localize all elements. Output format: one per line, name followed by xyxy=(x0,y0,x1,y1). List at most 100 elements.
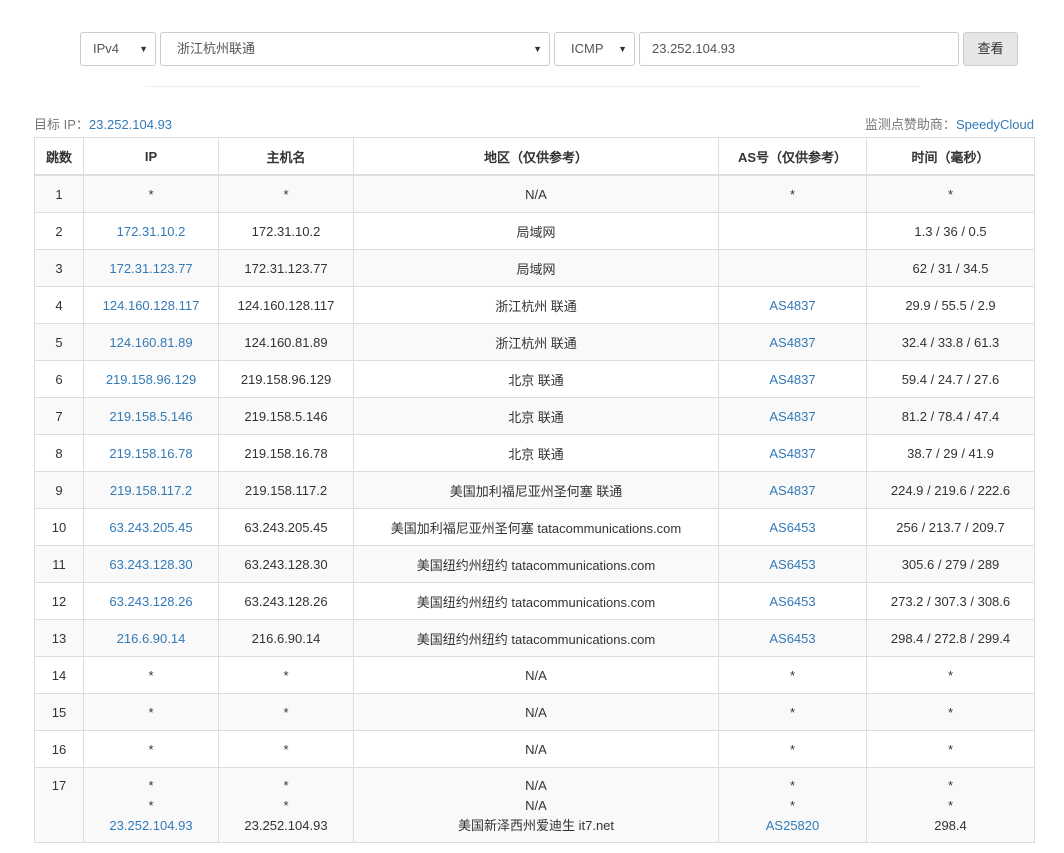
hostname-cell: * xyxy=(218,656,354,694)
as-cell: AS4837 xyxy=(718,397,867,435)
sponsor-info: 监测点赞助商：SpeedyCloud xyxy=(865,114,1034,133)
hostname-cell: 172.31.10.2 xyxy=(218,212,354,250)
target-input-value: 23.252.104.93 xyxy=(652,41,736,56)
hostname-cell: 124.160.128.117 xyxy=(218,286,354,324)
as-cell-link[interactable]: AS4837 xyxy=(769,335,815,350)
as-cell: AS6453 xyxy=(718,545,867,583)
target-input[interactable]: 23.252.104.93 xyxy=(639,32,959,66)
table-row: 11 63.243.128.30 63.243.128.30 美国纽约州纽约 tata… xyxy=(34,545,1035,583)
hostname-cell-line: * xyxy=(283,798,289,813)
ip-cell-link[interactable]: 63.243.205.45 xyxy=(109,520,192,535)
region-cell: N/A xyxy=(353,174,719,213)
ip-cell-link[interactable]: 219.158.117.2 xyxy=(110,483,192,498)
hostname-cell: * xyxy=(218,174,354,213)
table-row: 8 219.158.16.78 219.158.16.78 北京 联通 AS4837 38… xyxy=(34,434,1035,472)
table-row: 10 63.243.205.45 63.243.205.45 美国加利福尼亚州圣何塞 … xyxy=(34,508,1035,546)
ip-cell-link[interactable]: 124.160.128.117 xyxy=(103,298,200,313)
hop-cell: 3 xyxy=(34,249,84,287)
chevron-down-icon: ▼ xyxy=(139,44,148,54)
ip-cell: 219.158.117.2 xyxy=(83,471,219,509)
time-cell: 81.2 / 78.4 / 47.4 xyxy=(866,397,1035,435)
hostname-cell: 63.243.205.45 xyxy=(218,508,354,546)
protocol-select[interactable]: ICMP ▼ xyxy=(554,32,635,66)
hostname-cell: 219.158.96.129 xyxy=(218,360,354,398)
region-cell: N/A xyxy=(353,730,719,768)
region-cell: 局域网 xyxy=(353,212,719,250)
table-body: 1 * * N/A * * 2 172.31.10.2 172.31.10.2 局域网 1.3 / … xyxy=(34,174,1035,843)
hostname-cell: 219.158.117.2 xyxy=(218,471,354,509)
as-cell-link[interactable]: AS6453 xyxy=(769,520,815,535)
as-cell: AS6453 xyxy=(718,619,867,657)
hop-cell: 12 xyxy=(34,582,84,620)
ip-cell-link[interactable]: 219.158.5.146 xyxy=(109,409,192,424)
traceroute-table: 跳数 IP 主机名 地区（仅供参考） AS号（仅供参考） 时间（毫秒） 1 * * N… xyxy=(34,137,1035,843)
region-cell: N/A xyxy=(353,693,719,731)
ip-cell: 219.158.5.146 xyxy=(83,397,219,435)
as-cell-line: * xyxy=(789,798,796,813)
ip-cell: 172.31.123.77 xyxy=(83,249,219,287)
as-cell: AS4837 xyxy=(718,360,867,398)
time-cell: * xyxy=(866,693,1035,731)
ip-cell: 63.243.128.26 xyxy=(83,582,219,620)
table-row: 9 219.158.117.2 219.158.117.2 美国加利福尼亚州圣何塞 联… xyxy=(34,471,1035,509)
table-row: 17 * * 23.252.104.93 * * 23.252.104.93 N/A N/A 美国… xyxy=(34,767,1035,843)
ip-cell: * * 23.252.104.93 xyxy=(83,767,219,843)
as-cell-line[interactable]: AS25820 xyxy=(723,816,862,836)
table-row: 12 63.243.128.26 63.243.128.26 美国纽约州纽约 tata… xyxy=(34,582,1035,620)
sponsor-link[interactable]: SpeedyCloud xyxy=(956,117,1034,132)
region-cell-line: 美国新泽西州爱迪生 it7.net xyxy=(457,818,615,833)
header-ip: IP xyxy=(83,137,219,176)
target-ip-link[interactable]: 23.252.104.93 xyxy=(89,117,172,132)
time-cell-line: 298.4 xyxy=(934,818,967,833)
time-cell: 256 / 213.7 / 209.7 xyxy=(866,508,1035,546)
ip-cell: * xyxy=(83,693,219,731)
as-cell: AS4837 xyxy=(718,471,867,509)
as-cell: * xyxy=(718,656,867,694)
time-cell: * xyxy=(866,656,1035,694)
as-cell: AS6453 xyxy=(718,582,867,620)
table-row: 13 216.6.90.14 216.6.90.14 美国纽约州纽约 tatacomm… xyxy=(34,619,1035,657)
as-cell-link[interactable]: AS6453 xyxy=(769,631,815,646)
region-cell: N/A N/A 美国新泽西州爱迪生 it7.net xyxy=(353,767,719,843)
time-cell: 1.3 / 36 / 0.5 xyxy=(866,212,1035,250)
region-cell: 浙江杭州 联通 xyxy=(353,323,719,361)
node-select[interactable]: 浙江杭州联通 ▼ xyxy=(160,32,550,66)
hop-cell: 16 xyxy=(34,730,84,768)
hop-number: 17 xyxy=(51,778,67,793)
time-cell: 62 / 31 / 34.5 xyxy=(866,249,1035,287)
as-cell: AS4837 xyxy=(718,434,867,472)
ip-version-select[interactable]: IPv4 ▼ xyxy=(80,32,156,66)
hostname-cell: * xyxy=(218,693,354,731)
as-cell-link[interactable]: AS4837 xyxy=(769,409,815,424)
ip-cell-link[interactable]: 63.243.128.26 xyxy=(109,594,192,609)
chevron-down-icon: ▼ xyxy=(533,44,542,54)
ip-cell-link[interactable]: 172.31.123.77 xyxy=(109,261,192,276)
time-cell: 298.4 / 272.8 / 299.4 xyxy=(866,619,1035,657)
table-header-row: 跳数 IP 主机名 地区（仅供参考） AS号（仅供参考） 时间（毫秒） xyxy=(34,137,1035,176)
region-cell: 美国纽约州纽约 tatacommunications.com xyxy=(353,619,719,657)
ip-cell-line: * xyxy=(148,778,154,793)
as-cell-link[interactable]: AS6453 xyxy=(769,557,815,572)
ip-cell-link[interactable]: 63.243.128.30 xyxy=(109,557,192,572)
region-cell-line: N/A xyxy=(525,798,547,813)
sponsor-label: 监测点赞助商： xyxy=(864,117,956,132)
query-button[interactable]: 查看 xyxy=(963,32,1018,66)
as-cell-link[interactable]: AS4837 xyxy=(769,446,815,461)
as-cell-link[interactable]: AS4837 xyxy=(769,372,815,387)
hostname-cell: 219.158.16.78 xyxy=(218,434,354,472)
hop-cell: 2 xyxy=(34,212,84,250)
as-cell-link[interactable]: AS4837 xyxy=(769,483,815,498)
ip-cell-link[interactable]: 124.160.81.89 xyxy=(109,335,192,350)
as-cell-link[interactable]: AS4837 xyxy=(769,298,815,313)
ip-cell-link[interactable]: 219.158.96.129 xyxy=(106,372,196,387)
table-row: 4 124.160.128.117 124.160.128.117 浙江杭州 联通 AS… xyxy=(34,286,1035,324)
ip-cell-line[interactable]: 23.252.104.93 xyxy=(88,816,214,836)
ip-cell-link[interactable]: 219.158.16.78 xyxy=(109,446,192,461)
as-cell-link[interactable]: AS6453 xyxy=(769,594,815,609)
ip-cell: 172.31.10.2 xyxy=(83,212,219,250)
ip-cell-link[interactable]: 172.31.10.2 xyxy=(117,224,186,239)
ip-cell: 124.160.128.117 xyxy=(83,286,219,324)
hostname-cell: * * 23.252.104.93 xyxy=(218,767,354,843)
ip-cell-link[interactable]: 216.6.90.14 xyxy=(117,631,186,646)
ip-cell: * xyxy=(83,656,219,694)
